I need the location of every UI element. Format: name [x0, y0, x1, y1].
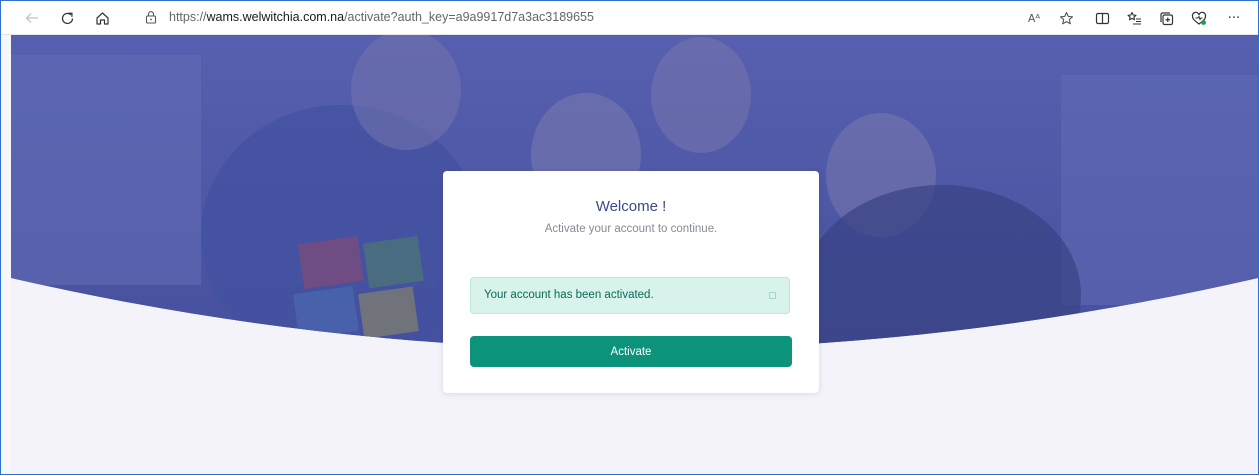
- read-aloud-icon[interactable]: Aᴬ: [1023, 7, 1045, 29]
- alert-close-button[interactable]: [769, 292, 776, 299]
- browser-essentials-icon[interactable]: [1188, 7, 1210, 29]
- address-bar[interactable]: https://wams.welwitchia.com.na/activate?…: [133, 5, 1011, 30]
- home-icon[interactable]: [91, 7, 113, 29]
- lock-icon[interactable]: [145, 10, 157, 24]
- activation-subtitle: Activate your account to continue.: [544, 223, 718, 235]
- page-content: Welcome ! Activate your account to conti…: [11, 35, 1258, 474]
- back-icon[interactable]: [21, 7, 43, 29]
- activation-card: Welcome ! Activate your account to conti…: [443, 171, 819, 393]
- browser-window: https://wams.welwitchia.com.na/activate?…: [0, 0, 1259, 475]
- collections-icon[interactable]: [1155, 7, 1177, 29]
- alert-message: Your account has been activated.: [484, 289, 654, 301]
- more-icon[interactable]: ···: [1223, 7, 1245, 29]
- favorite-star-icon[interactable]: [1055, 7, 1077, 29]
- url-prefix: https://: [169, 10, 207, 24]
- split-screen-icon[interactable]: [1091, 7, 1113, 29]
- favorites-list-icon[interactable]: [1123, 7, 1145, 29]
- success-alert: Your account has been activated.: [470, 277, 790, 314]
- refresh-icon[interactable]: [56, 7, 78, 29]
- browser-toolbar: https://wams.welwitchia.com.na/activate?…: [1, 1, 1258, 35]
- url-host: wams.welwitchia.com.na: [206, 10, 345, 24]
- url-text[interactable]: https://wams.welwitchia.com.na/activate?…: [169, 10, 594, 24]
- welcome-title: Welcome !: [595, 198, 667, 215]
- activate-button[interactable]: Activate: [470, 336, 792, 367]
- url-path: /activate?auth_key=a9a9917d7a3ac3189655: [344, 10, 594, 24]
